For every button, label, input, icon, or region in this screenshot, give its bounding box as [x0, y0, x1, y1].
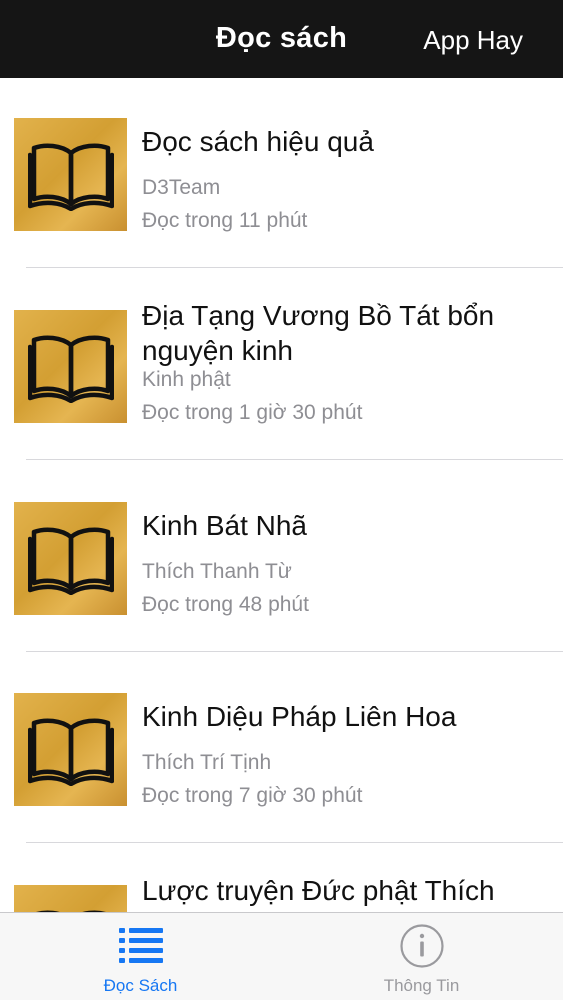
book-duration: Đọc trong 48 phút — [142, 593, 309, 616]
book-author: D3Team — [142, 176, 221, 199]
book-row[interactable]: Lược truyện Đức phật Thích — [0, 845, 563, 912]
book-cover — [14, 693, 127, 806]
book-list: Đọc sách hiệu quả D3Team Đọc trong 11 ph… — [0, 78, 563, 912]
info-icon — [281, 924, 562, 974]
book-row[interactable]: Kinh Bát Nhã Thích Thanh Từ Đọc trong 48… — [0, 462, 563, 652]
book-author: Thích Trí Tịnh — [142, 751, 272, 774]
navigation-bar: Đọc sách App Hay — [0, 0, 563, 78]
row-divider — [26, 459, 563, 460]
book-duration: Đọc trong 11 phút — [142, 209, 308, 232]
book-title: Lược truyện Đức phật Thích — [142, 875, 495, 906]
tab-bar: Đọc Sách Thông Tin — [0, 912, 563, 1000]
row-divider — [26, 842, 563, 843]
book-title: Kinh Diệu Pháp Liên Hoa — [142, 701, 457, 732]
app-screen: Đọc sách App Hay Đọc sách hiệu quả D3Tea… — [0, 0, 563, 1000]
book-icon — [28, 718, 114, 786]
book-row[interactable]: Kinh Diệu Pháp Liên Hoa Thích Trí Tịnh Đ… — [0, 653, 563, 843]
tab-label: Đọc Sách — [103, 976, 178, 995]
list-icon — [0, 925, 281, 972]
book-cover — [14, 502, 127, 615]
row-divider — [26, 651, 563, 652]
book-author: Thích Thanh Từ — [142, 560, 292, 583]
book-row[interactable]: Đọc sách hiệu quả D3Team Đọc trong 11 ph… — [0, 78, 563, 268]
book-cover — [14, 310, 127, 423]
row-divider — [26, 267, 563, 268]
book-icon — [28, 527, 114, 595]
app-hay-button[interactable]: App Hay — [423, 25, 523, 56]
tab-doc-sach[interactable]: Đọc Sách — [0, 913, 281, 1000]
book-icon — [28, 143, 114, 211]
book-duration: Đọc trong 7 giờ 30 phút — [142, 784, 363, 807]
tab-thong-tin[interactable]: Thông Tin — [281, 913, 562, 1000]
book-icon — [28, 335, 114, 403]
book-title: Kinh Bát Nhã — [142, 510, 307, 541]
book-author: Kinh phật — [142, 368, 231, 391]
book-row[interactable]: Địa Tạng Vương Bồ Tát bổn nguyện kinh Ki… — [0, 270, 563, 460]
book-duration: Đọc trong 1 giờ 30 phút — [142, 401, 363, 424]
book-title: Địa Tạng Vương Bồ Tát bổn nguyện kinh — [142, 300, 495, 366]
tab-label: Thông Tin — [383, 976, 460, 995]
book-cover — [14, 118, 127, 231]
book-cover — [14, 885, 127, 912]
book-title: Đọc sách hiệu quả — [142, 126, 374, 157]
